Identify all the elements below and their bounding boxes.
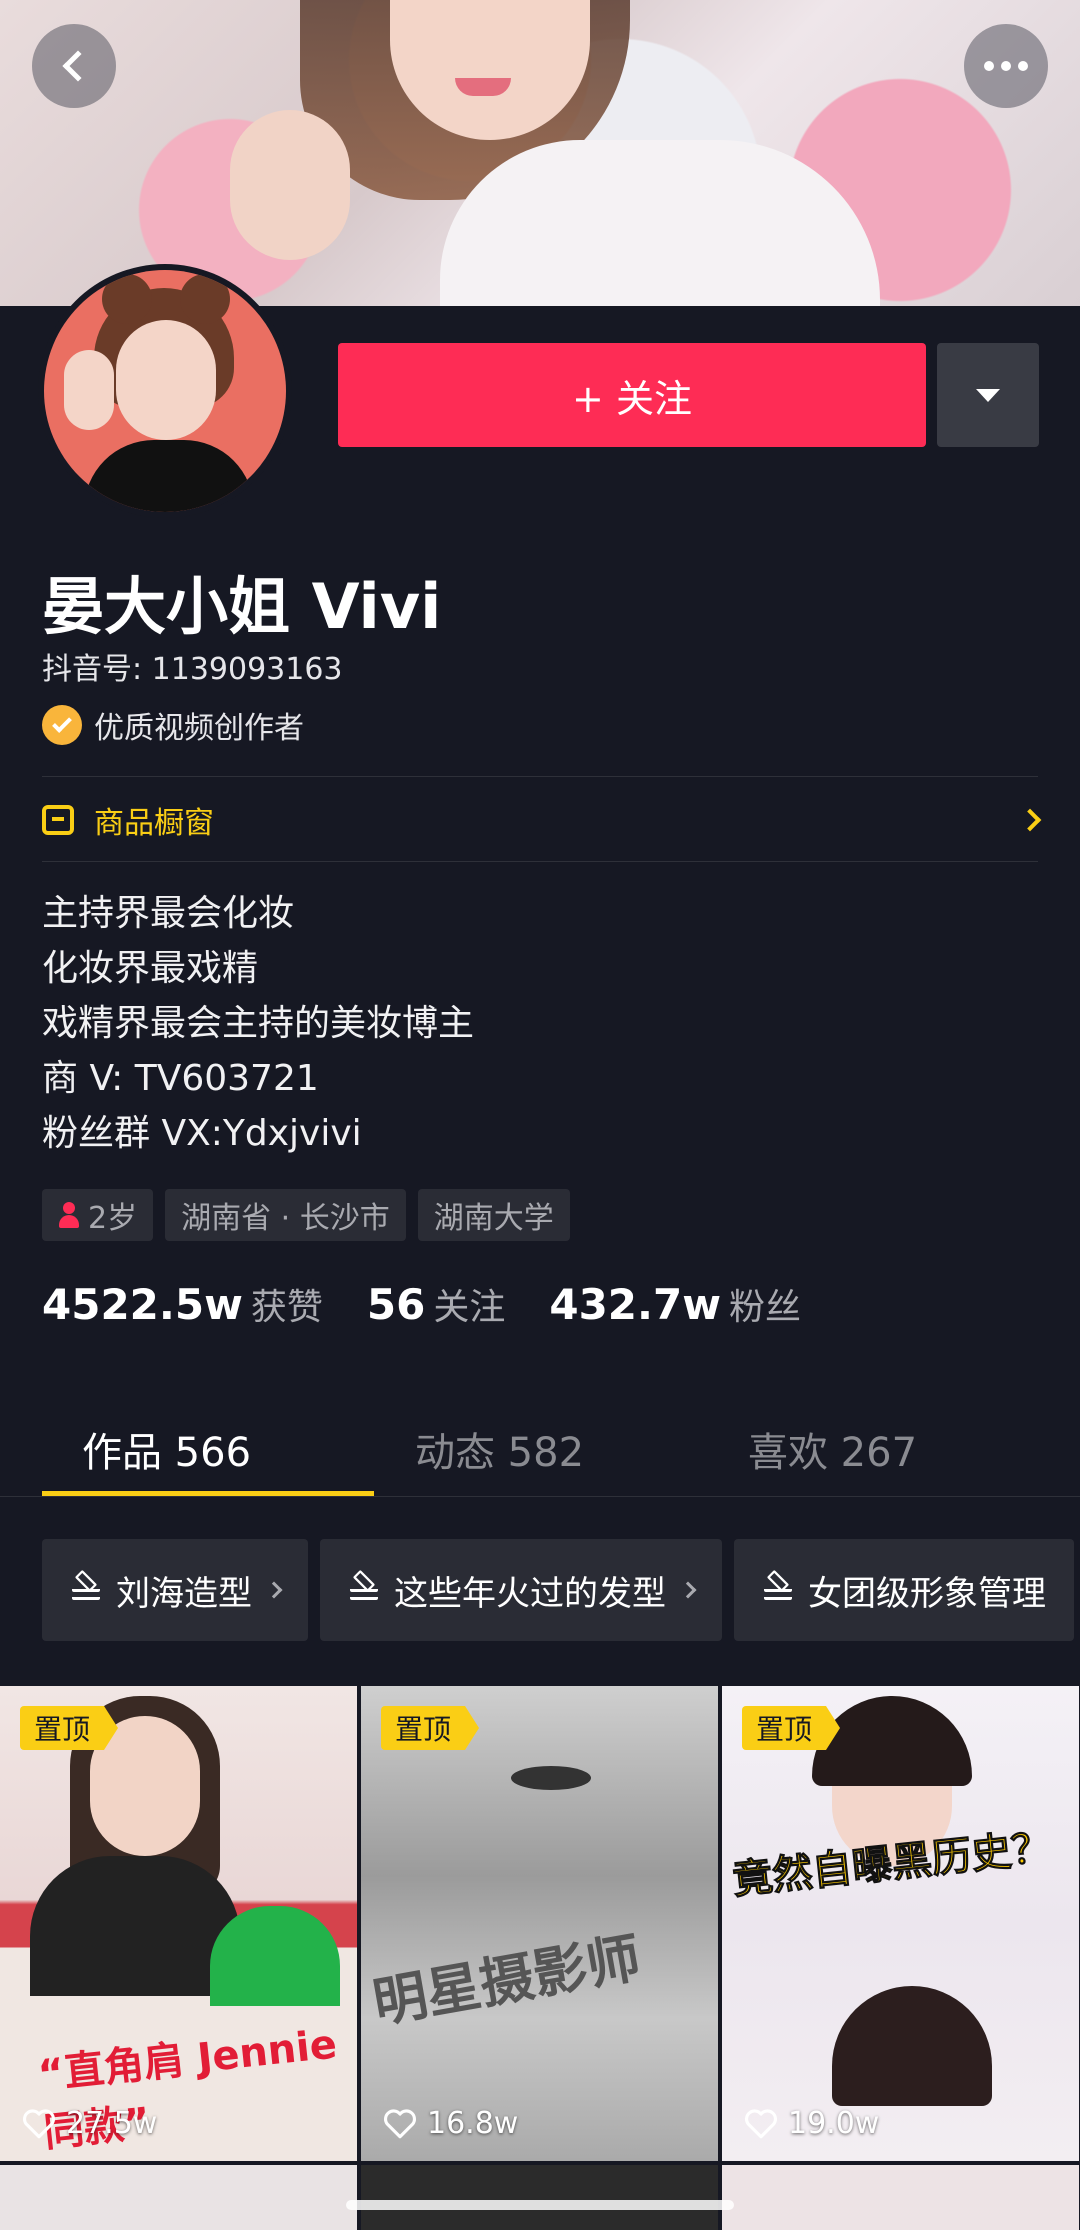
follow-button[interactable]: + 关注 <box>338 343 926 447</box>
stat-label: 关注 <box>433 1287 506 1328</box>
bio-line: 商 V: TV603721 <box>42 1058 319 1099</box>
shop-label: 商品橱窗 <box>94 806 214 841</box>
chevron-left-icon <box>62 50 94 82</box>
verified-label: 优质视频创作者 <box>94 711 304 746</box>
stat-number: 432.7w <box>549 1280 722 1329</box>
collection-label: 女团级形象管理 <box>808 1573 1046 1614</box>
stat-label: 获赞 <box>250 1287 323 1328</box>
video-thumbnail[interactable] <box>361 2165 718 2230</box>
recommend-dropdown-button[interactable] <box>937 343 1039 447</box>
like-count: 16.8w <box>383 2106 518 2141</box>
divider <box>42 776 1038 777</box>
age-tag: 2岁 <box>42 1189 154 1241</box>
collection-chip[interactable]: 刘海造型 <box>42 1539 308 1641</box>
collections-row: 刘海造型 这些年火过的发型 女团级形象管理 <box>42 1539 1074 1641</box>
chevron-right-icon <box>1018 808 1042 832</box>
douyin-id: 抖音号: 1139093163 <box>42 652 343 687</box>
heart-icon <box>23 2108 55 2138</box>
like-count-value: 19.0w <box>788 2106 880 2141</box>
profile-name: 晏大小姐 Vivi <box>42 570 442 643</box>
back-button[interactable] <box>32 24 116 108</box>
pinned-badge: 置顶 <box>742 1706 841 1750</box>
stat-number: 56 <box>366 1280 426 1329</box>
location-label: 湖南省 · 长沙市 <box>181 1201 390 1236</box>
check-badge-icon <box>42 705 82 745</box>
collection-label: 这些年火过的发型 <box>394 1573 666 1614</box>
tab-likes[interactable]: 喜欢 267 <box>666 1400 999 1498</box>
heart-icon <box>745 2108 777 2138</box>
collection-chip[interactable]: 女团级形象管理 <box>734 1539 1074 1641</box>
divider <box>42 861 1038 862</box>
age-label: 2岁 <box>88 1201 138 1236</box>
caret-down-icon <box>976 388 1000 402</box>
pinned-badge: 置顶 <box>20 1706 119 1750</box>
stat-number: 4522.5w <box>42 1280 243 1329</box>
bio-line: 戏精界最会主持的美妆博主 <box>42 1003 475 1044</box>
collection-chip[interactable]: 这些年火过的发型 <box>320 1539 722 1641</box>
more-button[interactable] <box>964 24 1048 108</box>
video-thumbnail[interactable] <box>722 2165 1079 2230</box>
avatar[interactable] <box>38 264 292 518</box>
cover-image <box>0 0 1080 306</box>
like-count: 27.5w <box>22 2106 157 2141</box>
stat-label: 粉丝 <box>729 1287 802 1328</box>
profile-stats: 4522.5w 获赞 56 关注 432.7w 粉丝 <box>42 1278 845 1330</box>
follow-label: + 关注 <box>572 376 692 421</box>
shop-icon <box>42 805 74 835</box>
thumbnail-caption: 明星摄影师 <box>368 1925 646 2035</box>
video-thumbnail[interactable]: “直角肩 Jennie同款” 置顶 27.5w <box>0 1686 357 2161</box>
collection-label: 刘海造型 <box>116 1573 252 1614</box>
heart-icon <box>384 2108 416 2138</box>
layers-icon <box>348 1569 382 1606</box>
like-count: 19.0w <box>744 2106 879 2141</box>
female-icon <box>58 1202 80 1228</box>
school-tag: 湖南大学 <box>417 1189 570 1241</box>
chevron-right-icon <box>679 1581 697 1599</box>
video-thumbnail[interactable]: 竟然自曝黑历史？ 置顶 19.0w <box>722 1686 1079 2161</box>
location-tag: 湖南省 · 长沙市 <box>165 1189 406 1241</box>
shop-window-entry[interactable]: 商品橱窗 <box>42 778 1042 862</box>
like-count-value: 27.5w <box>66 2106 158 2141</box>
verified-badge[interactable]: 优质视频创作者 <box>42 703 304 747</box>
followers-stat[interactable]: 432.7w 粉丝 <box>549 1278 801 1330</box>
more-horizontal-icon <box>984 61 1028 71</box>
tab-works[interactable]: 作品 566 <box>0 1400 333 1498</box>
like-count-value: 16.8w <box>427 2106 519 2141</box>
video-thumbnail[interactable]: 明星摄影师 置顶 16.8w <box>361 1686 718 2161</box>
bio-line: 主持界最会化妆 <box>42 893 295 934</box>
profile-tags: 2岁 湖南省 · 长沙市 湖南大学 <box>42 1189 570 1241</box>
layers-icon <box>762 1569 796 1606</box>
pinned-badge: 置顶 <box>381 1706 480 1750</box>
tab-dynamics[interactable]: 动态 582 <box>333 1400 666 1498</box>
video-thumbnail[interactable] <box>0 2165 357 2230</box>
bio-line: 粉丝群 VX:Ydxjvivi <box>42 1113 362 1154</box>
tabs-divider <box>0 1496 1080 1497</box>
content-tabs: 作品 566 动态 582 喜欢 267 <box>0 1400 1080 1498</box>
bio-line: 化妆界最戏精 <box>42 948 259 989</box>
bio: 主持界最会化妆 化妆界最戏精 戏精界最会主持的美妆博主 商 V: TV60372… <box>42 886 474 1161</box>
video-grid: “直角肩 Jennie同款” 置顶 27.5w 明星摄影师 置顶 16.8w 竟… <box>0 1686 1080 2230</box>
school-label: 湖南大学 <box>433 1201 554 1236</box>
home-indicator[interactable] <box>346 2200 734 2210</box>
layers-icon <box>70 1569 104 1606</box>
following-stat[interactable]: 56 关注 <box>367 1278 505 1330</box>
chevron-right-icon <box>265 1581 283 1599</box>
likes-stat[interactable]: 4522.5w 获赞 <box>42 1278 323 1330</box>
